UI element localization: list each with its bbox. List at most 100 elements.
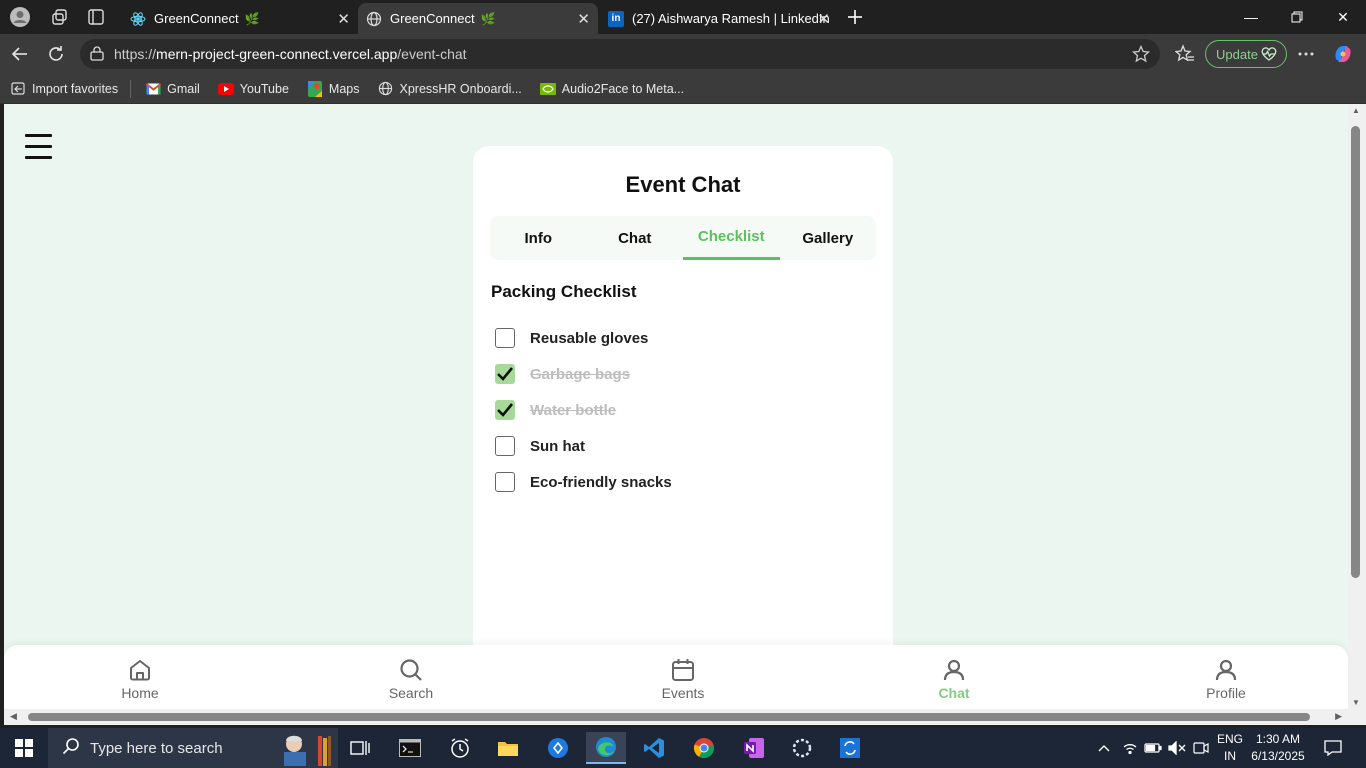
- checkmark-icon: [497, 403, 514, 417]
- tab-label: Info: [524, 229, 553, 247]
- browser-tab-2-active[interactable]: GreenConnect 🌿 ✕: [358, 3, 598, 34]
- scroll-left-icon[interactable]: ◀: [10, 711, 17, 722]
- copilot-icon[interactable]: [1331, 42, 1355, 66]
- minimize-icon[interactable]: —: [1228, 0, 1274, 34]
- close-tab-icon[interactable]: ✕: [577, 10, 590, 28]
- app-blue-circle-icon[interactable]: [538, 732, 578, 764]
- blue-sync-app-icon[interactable]: [830, 732, 870, 764]
- checkbox[interactable]: [495, 436, 515, 456]
- network-icon[interactable]: [1120, 728, 1140, 768]
- maps-icon: [307, 80, 323, 97]
- bookmark-gmail[interactable]: Gmail: [145, 81, 200, 97]
- vertical-tabs-icon[interactable]: [84, 5, 108, 29]
- bookmark-xpresshr[interactable]: XpressHR Onboardi...: [378, 81, 522, 97]
- profile-avatar-icon[interactable]: [8, 5, 32, 29]
- checklist-title: Packing Checklist: [491, 282, 637, 301]
- input-language-indicator[interactable]: ENG IN: [1214, 731, 1246, 765]
- bookmark-label: Audio2Face to Meta...: [561, 81, 685, 96]
- nav-home[interactable]: Home: [90, 657, 190, 701]
- close-tab-icon[interactable]: ✕: [817, 10, 830, 28]
- checkbox[interactable]: [495, 328, 515, 348]
- checkbox-checked[interactable]: [495, 400, 515, 420]
- browser-tab-3[interactable]: in (27) Aishwarya Ramesh | LinkedIn ✕: [600, 3, 838, 34]
- vertical-scrollbar[interactable]: ▲ ▼: [1348, 104, 1366, 709]
- bookmark-label: Gmail: [167, 81, 200, 96]
- update-button[interactable]: Update: [1205, 40, 1287, 68]
- battery-icon[interactable]: [1142, 728, 1164, 768]
- checklist-item[interactable]: Water bottle: [495, 392, 672, 428]
- import-icon: [10, 81, 26, 97]
- scroll-right-icon[interactable]: ▶: [1335, 711, 1342, 722]
- scrollbar-thumb[interactable]: [1351, 126, 1360, 578]
- globe-icon: [378, 81, 394, 97]
- taskbar-clock[interactable]: 1:30 AM 6/13/2025: [1248, 731, 1308, 765]
- bookmark-label: Import favorites: [32, 81, 119, 96]
- taskbar-search-box[interactable]: Type here to search: [48, 728, 338, 768]
- notifications-icon[interactable]: [1318, 728, 1348, 768]
- restore-icon[interactable]: [1274, 0, 1320, 34]
- checklist-item[interactable]: Sun hat: [495, 428, 672, 464]
- tab-label: Gallery: [802, 229, 854, 247]
- close-window-icon[interactable]: ✕: [1320, 0, 1366, 34]
- address-bar[interactable]: https://mern-project-green-connect.verce…: [80, 39, 1160, 69]
- nav-search[interactable]: Search: [361, 657, 461, 701]
- tab-gallery[interactable]: Gallery: [780, 216, 877, 260]
- workspaces-icon[interactable]: [48, 5, 72, 29]
- file-explorer-icon[interactable]: [488, 732, 528, 764]
- nav-label: Chat: [938, 685, 970, 701]
- bookmark-audio2face[interactable]: Audio2Face to Meta...: [539, 81, 685, 97]
- checklist-item-label: Reusable gloves: [530, 329, 649, 347]
- checklist-item[interactable]: Garbage bags: [495, 356, 672, 392]
- checkbox[interactable]: [495, 472, 515, 492]
- checklist-item[interactable]: Eco-friendly snacks: [495, 464, 672, 500]
- more-menu-icon[interactable]: [1294, 42, 1318, 66]
- tab-chat[interactable]: Chat: [587, 216, 684, 260]
- chrome-icon[interactable]: [684, 732, 724, 764]
- onenote-icon[interactable]: [734, 732, 774, 764]
- tab-title: (27) Aishwarya Ramesh | LinkedIn: [632, 11, 830, 26]
- scroll-down-icon[interactable]: ▼: [1352, 698, 1360, 707]
- favorite-star-icon[interactable]: [1131, 44, 1151, 66]
- tab-checklist[interactable]: Checklist: [683, 216, 780, 260]
- hamburger-menu-icon[interactable]: [25, 134, 53, 162]
- terminal-app-icon[interactable]: [390, 732, 430, 764]
- globe-favicon-icon: [366, 11, 382, 27]
- windows-start-icon[interactable]: [0, 728, 48, 768]
- show-hidden-icons-icon[interactable]: [1094, 728, 1114, 768]
- volume-muted-icon[interactable]: [1166, 728, 1188, 768]
- tab-info[interactable]: Info: [490, 216, 587, 260]
- checklist-item-label: Garbage bags: [530, 365, 631, 383]
- settings-gear-icon[interactable]: [782, 732, 822, 764]
- scroll-up-icon[interactable]: ▲: [1352, 106, 1360, 115]
- bookmarks-bar: Import favorites Gmail YouTube Maps Xpre…: [0, 74, 1366, 104]
- favorites-icon[interactable]: [1173, 42, 1197, 66]
- checkbox-checked[interactable]: [495, 364, 515, 384]
- vscode-icon[interactable]: [634, 732, 674, 764]
- nav-profile[interactable]: Profile: [1176, 657, 1276, 701]
- site-info-icon[interactable]: [88, 46, 106, 62]
- checklist-item[interactable]: Reusable gloves: [495, 320, 672, 356]
- bookmark-label: YouTube: [239, 81, 289, 96]
- bookmark-youtube[interactable]: YouTube: [217, 81, 289, 97]
- back-icon[interactable]: [8, 42, 32, 66]
- bookmark-label: XpressHR Onboardi...: [399, 81, 522, 96]
- task-view-icon[interactable]: [340, 732, 380, 764]
- youtube-icon: [217, 81, 234, 97]
- bookmark-maps[interactable]: Maps: [307, 80, 360, 97]
- nav-chat[interactable]: Chat: [904, 657, 1004, 701]
- horizontal-scrollbar[interactable]: ◀ ▶: [4, 709, 1348, 725]
- nav-label: Profile: [1206, 685, 1246, 701]
- search-icon: [400, 659, 422, 681]
- nav-events[interactable]: Events: [633, 657, 733, 701]
- alarm-clock-app-icon[interactable]: [440, 732, 480, 764]
- browser-tab-1[interactable]: GreenConnect 🌿 ✕: [122, 3, 358, 34]
- close-tab-icon[interactable]: ✕: [337, 10, 350, 28]
- url-host: mern-project-green-connect.vercel.app: [156, 46, 398, 62]
- scrollbar-thumb[interactable]: [28, 713, 1310, 721]
- checklist-item-label: Sun hat: [530, 437, 585, 455]
- refresh-icon[interactable]: [44, 42, 68, 66]
- meet-now-icon[interactable]: [1190, 728, 1212, 768]
- new-tab-icon[interactable]: [843, 5, 867, 29]
- edge-browser-icon[interactable]: [586, 732, 626, 764]
- bookmark-import-favorites[interactable]: Import favorites: [10, 81, 118, 97]
